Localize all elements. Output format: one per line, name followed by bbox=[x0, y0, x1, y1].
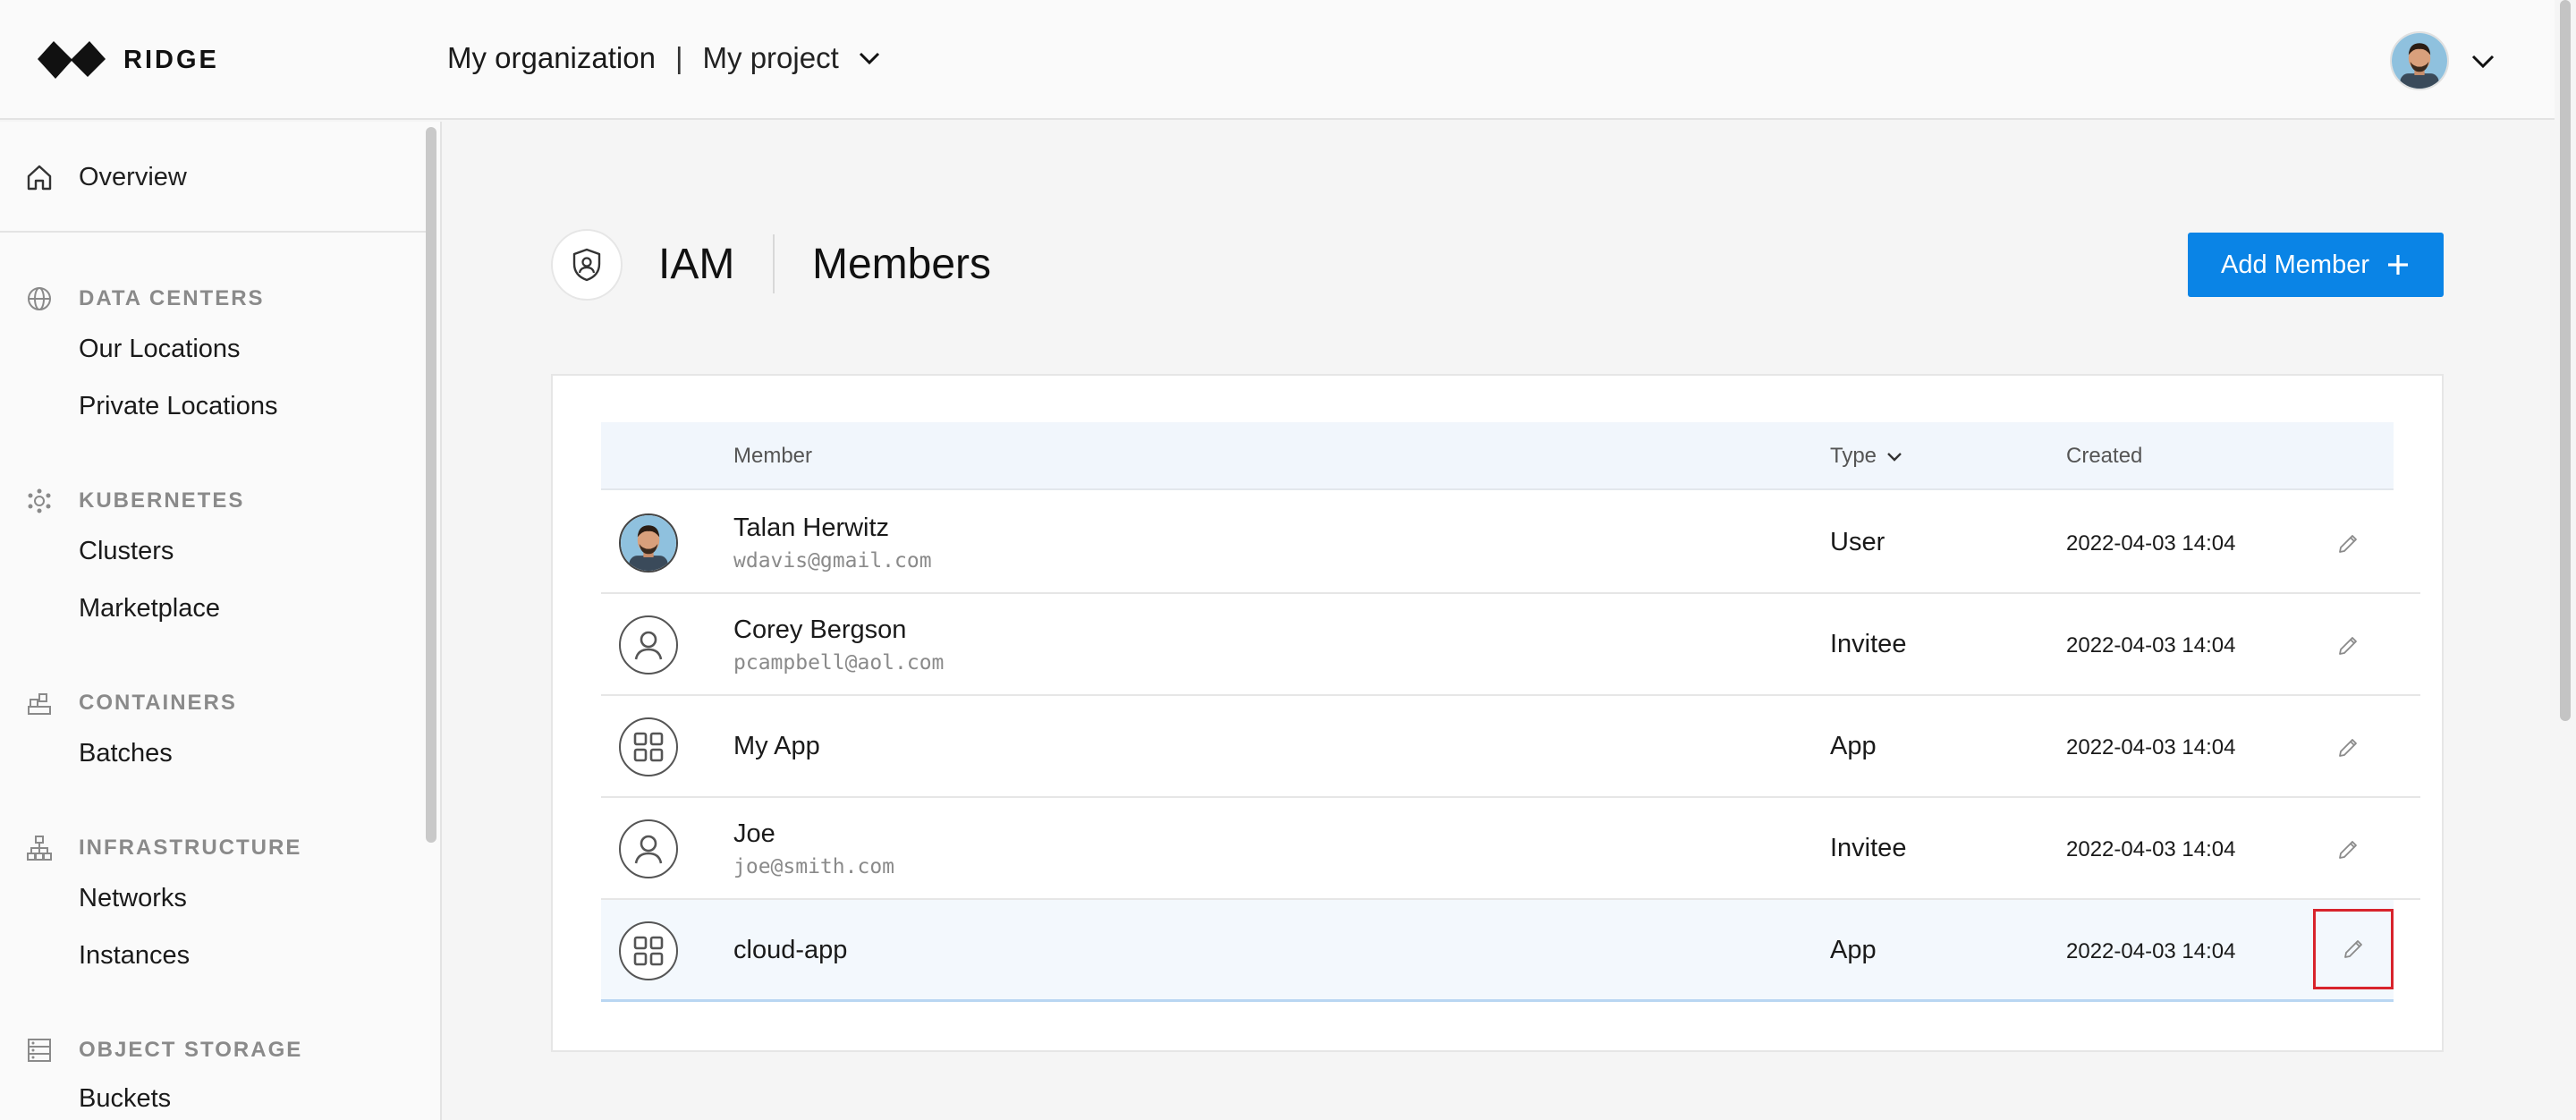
member-email: wdavis@gmail.com bbox=[733, 549, 932, 573]
member-name: Corey Bergson bbox=[733, 615, 907, 644]
table-row[interactable]: Joe joe@smith.com Invitee 2022-04-03 14:… bbox=[601, 798, 2420, 900]
page-title: Members bbox=[812, 241, 992, 288]
column-header-type-label: Type bbox=[1830, 444, 1877, 468]
section-title: DATA CENTERS bbox=[79, 286, 265, 310]
app-grid-icon bbox=[633, 732, 664, 762]
member-avatar bbox=[619, 819, 678, 878]
sidebar-section-infrastructure: INFRASTRUCTURE bbox=[25, 834, 301, 862]
sidebar-section-kubernetes: KUBERNETES bbox=[25, 487, 244, 515]
user-photo-icon bbox=[621, 515, 676, 571]
member-name: Joe bbox=[733, 819, 775, 848]
member-type: App bbox=[1830, 732, 1877, 760]
shield-user-icon bbox=[572, 248, 601, 282]
brand-logo[interactable]: RIDGE bbox=[38, 34, 219, 86]
column-header-created: Created bbox=[2066, 444, 2143, 468]
sidebar-section-containers: CONTAINERS bbox=[25, 689, 237, 717]
pencil-icon bbox=[2339, 841, 2357, 859]
section-title: INFRASTRUCTURE bbox=[79, 836, 302, 860]
sidebar-item-batches[interactable]: Batches bbox=[79, 739, 173, 768]
sidebar-item-buckets[interactable]: Buckets bbox=[79, 1084, 171, 1114]
section-title: KUBERNETES bbox=[79, 488, 245, 513]
edit-button[interactable] bbox=[2309, 708, 2386, 787]
member-type: App bbox=[1830, 936, 1877, 964]
network-tree-icon bbox=[27, 836, 52, 861]
user-menu-chevron-icon[interactable] bbox=[2467, 45, 2499, 77]
table-row[interactable]: cloud-app App 2022-04-03 14:04 bbox=[601, 900, 2394, 1002]
member-email: pcampbell@aol.com bbox=[733, 651, 945, 675]
section-title: IAM bbox=[658, 241, 735, 288]
ridge-logo-icon bbox=[38, 41, 106, 79]
sort-chevron-down-icon[interactable] bbox=[1884, 445, 1905, 467]
member-avatar bbox=[619, 513, 678, 573]
organization-name[interactable]: My organization bbox=[447, 41, 656, 75]
chevron-down-icon[interactable] bbox=[855, 44, 884, 72]
member-avatar bbox=[619, 921, 678, 980]
sidebar-section-data-centers: DATA CENTERS bbox=[25, 284, 265, 313]
person-icon bbox=[634, 631, 663, 660]
sidebar-item-marketplace[interactable]: Marketplace bbox=[79, 594, 220, 624]
add-member-label: Add Member bbox=[2220, 250, 2369, 279]
user-photo-icon bbox=[2392, 33, 2447, 89]
member-avatar bbox=[619, 717, 678, 776]
member-type: Invitee bbox=[1830, 834, 1907, 862]
pencil-icon bbox=[2339, 535, 2357, 553]
edit-button[interactable] bbox=[2313, 909, 2394, 989]
member-type: Invitee bbox=[1830, 630, 1907, 658]
org-separator: | bbox=[674, 41, 683, 74]
sidebar-scrollbar[interactable] bbox=[426, 127, 436, 843]
sidebar bbox=[0, 122, 442, 1120]
user-avatar[interactable] bbox=[2390, 31, 2449, 90]
brand-name: RIDGE bbox=[123, 45, 219, 74]
edit-button[interactable] bbox=[2309, 607, 2386, 685]
kubernetes-icon bbox=[28, 488, 51, 513]
title-divider bbox=[773, 234, 775, 293]
table-row[interactable]: My App App 2022-04-03 14:04 bbox=[601, 696, 2420, 798]
home-icon bbox=[27, 165, 52, 191]
sidebar-item-clusters[interactable]: Clusters bbox=[79, 537, 174, 566]
top-bar: RIDGE My organization | My project bbox=[0, 0, 2555, 120]
containers-icon bbox=[28, 693, 51, 715]
member-created: 2022-04-03 14:04 bbox=[2066, 939, 2236, 963]
project-name[interactable]: My project bbox=[703, 41, 839, 75]
member-name: My App bbox=[733, 732, 820, 760]
sidebar-item-overview[interactable]: Overview bbox=[23, 161, 187, 193]
edit-button[interactable] bbox=[2309, 505, 2386, 583]
member-type: User bbox=[1830, 528, 1885, 556]
add-member-button[interactable]: Add Member bbox=[2188, 233, 2444, 297]
member-email: joe@smith.com bbox=[733, 855, 895, 878]
app-grid-icon bbox=[633, 936, 664, 966]
pencil-icon bbox=[2339, 637, 2357, 655]
member-created: 2022-04-03 14:04 bbox=[2066, 531, 2236, 556]
pencil-icon bbox=[2339, 739, 2357, 757]
column-header-type[interactable]: Type bbox=[1830, 444, 1905, 469]
member-created: 2022-04-03 14:04 bbox=[2066, 735, 2236, 759]
column-header-member: Member bbox=[733, 444, 813, 468]
section-title: CONTAINERS bbox=[79, 691, 237, 715]
pencil-icon bbox=[2344, 940, 2362, 958]
sidebar-item-private-locations[interactable]: Private Locations bbox=[79, 392, 277, 421]
member-avatar bbox=[619, 615, 678, 675]
globe-icon bbox=[28, 287, 51, 310]
member-created: 2022-04-03 14:04 bbox=[2066, 633, 2236, 658]
sidebar-item-our-locations[interactable]: Our Locations bbox=[79, 335, 241, 364]
table-row[interactable]: Corey Bergson pcampbell@aol.com Invitee … bbox=[601, 594, 2420, 696]
sidebar-item-label: Overview bbox=[79, 162, 187, 191]
sidebar-section-object-storage: OBJECT STORAGE bbox=[25, 1036, 302, 1065]
page-scrollbar[interactable] bbox=[2560, 0, 2571, 721]
table-row[interactable]: Talan Herwitz wdavis@gmail.com User 2022… bbox=[601, 492, 2420, 594]
section-title: OBJECT STORAGE bbox=[79, 1038, 303, 1062]
sidebar-item-instances[interactable]: Instances bbox=[79, 941, 190, 971]
storage-icon bbox=[28, 1039, 51, 1062]
member-name: cloud-app bbox=[733, 936, 848, 964]
edit-button[interactable] bbox=[2309, 810, 2386, 889]
iam-badge bbox=[551, 229, 623, 301]
person-icon bbox=[634, 835, 663, 864]
sidebar-divider bbox=[0, 231, 426, 233]
member-created: 2022-04-03 14:04 bbox=[2066, 837, 2236, 861]
org-project-switcher[interactable]: My organization | My project bbox=[447, 41, 884, 75]
plus-icon bbox=[2388, 255, 2408, 275]
member-name: Talan Herwitz bbox=[733, 513, 890, 542]
sidebar-item-networks[interactable]: Networks bbox=[79, 884, 187, 913]
